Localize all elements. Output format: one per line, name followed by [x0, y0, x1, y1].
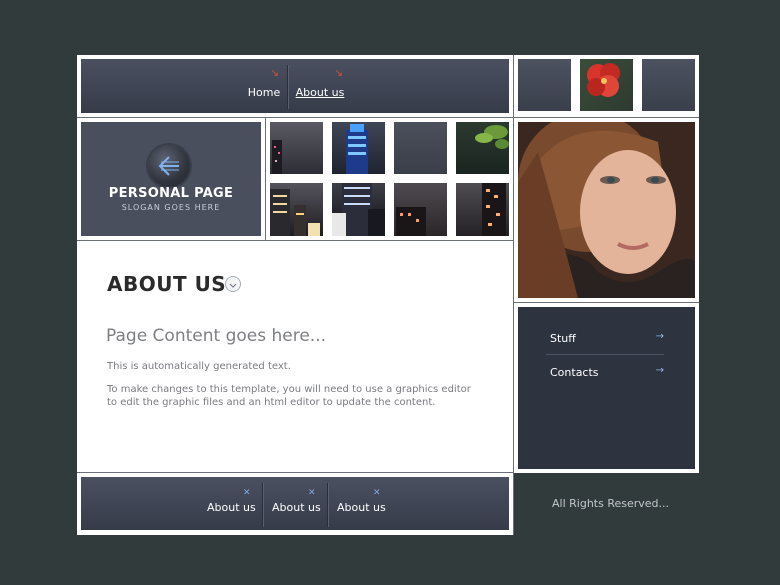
nav-arrow-icon: ↘ [334, 68, 343, 79]
content-paragraph: This is automatically generated text. [107, 361, 291, 372]
city-photo-6 [332, 183, 385, 236]
content-subheading: Page Content goes here... [106, 326, 327, 346]
footer-nav-bar: ✕ About us ✕ About us ✕ About us [81, 477, 509, 530]
nav-item-home[interactable]: ↘ Home [241, 59, 287, 113]
divider [77, 472, 514, 473]
thumb-flower [580, 59, 633, 111]
nav-arrow-icon: ↘ [270, 68, 279, 79]
city-photo-2 [332, 122, 385, 174]
sidebar-item-stuff[interactable]: Stuff → [546, 329, 664, 355]
city-photo-7 [394, 183, 447, 236]
city-photo-5 [270, 183, 323, 236]
thumb-dark-2 [642, 59, 695, 111]
city-photo-3 [394, 122, 447, 174]
sidebar-item-label: Contacts [550, 366, 599, 379]
divider [77, 117, 699, 118]
sidebar-item-contacts[interactable]: Contacts → [546, 363, 664, 387]
site-slogan: SLOGAN GOES HERE [121, 203, 221, 212]
footer-item-label: About us [272, 501, 321, 514]
sidebar-panel: Stuff → Contacts → [518, 307, 695, 469]
arrow-right-icon: → [655, 365, 664, 376]
close-icon: ✕ [373, 488, 381, 498]
chevron-down-icon[interactable] [225, 276, 241, 292]
top-nav-bar: ↘ Home ↘ About us [81, 59, 509, 113]
thumb-dark-1 [518, 59, 571, 111]
nav-separator [327, 483, 329, 527]
footer-item-about-3[interactable]: ✕ About us [333, 477, 393, 530]
nav-separator [262, 483, 264, 527]
divider [513, 55, 514, 535]
footer-item-label: About us [207, 501, 256, 514]
close-icon: ✕ [243, 488, 251, 498]
copyright-text: All Rights Reserved... [552, 497, 670, 510]
logo-icon [148, 145, 190, 187]
page-heading: ABOUT US [107, 272, 227, 296]
nav-item-about[interactable]: ↘ About us [289, 59, 351, 113]
divider [514, 302, 699, 303]
nav-item-label: Home [247, 86, 281, 99]
footer-item-about-1[interactable]: ✕ About us [203, 477, 263, 530]
logo-panel: PERSONAL PAGE SLOGAN GOES HERE [81, 122, 261, 236]
arrow-right-icon: → [655, 331, 664, 342]
portrait-photo [518, 122, 695, 298]
sidebar-item-label: Stuff [550, 332, 576, 345]
site-title: PERSONAL PAGE [108, 186, 234, 201]
city-photo-4 [456, 122, 509, 174]
content-paragraph: To make changes to this template, you wi… [107, 384, 471, 408]
nav-item-label: About us [295, 86, 345, 99]
footer-item-about-2[interactable]: ✕ About us [268, 477, 328, 530]
divider [265, 118, 266, 240]
divider [77, 240, 514, 241]
city-photo-8 [456, 183, 509, 236]
close-icon: ✕ [308, 488, 316, 498]
footer-item-label: About us [337, 501, 386, 514]
city-photo-1 [270, 122, 323, 174]
